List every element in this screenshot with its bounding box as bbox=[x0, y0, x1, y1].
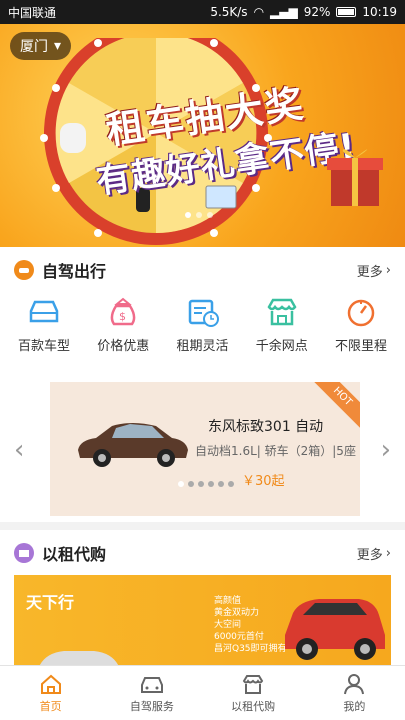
pagination-dot bbox=[185, 212, 191, 218]
self-drive-header: 自驾出行 更多 › bbox=[0, 247, 405, 293]
speedometer-icon bbox=[347, 299, 375, 327]
car-spec: 自动档1.6L| 轿车（2箱）|5座 bbox=[195, 444, 356, 458]
clock: 10:19 bbox=[362, 5, 397, 19]
tab-label: 以租代购 bbox=[231, 699, 276, 713]
feature-unlimited-mileage[interactable]: 不限里程 bbox=[323, 293, 399, 377]
rent-to-buy-banner[interactable]: 天下行 高颜值 黄金双动力 大空间 6000元首付 昌河Q35即可拥有 bbox=[14, 575, 391, 665]
car-icon bbox=[29, 300, 59, 323]
status-right: 5.5K/s ◠ ▂▄▆ 92% 10:19 bbox=[210, 5, 397, 19]
banner-pagination bbox=[185, 212, 213, 218]
pagination-dot bbox=[188, 481, 194, 487]
rent-to-buy-title: 以租代购 bbox=[42, 545, 107, 564]
user-icon bbox=[344, 673, 365, 694]
tab-label: 首页 bbox=[39, 699, 62, 713]
tab-rent-to-buy[interactable]: 以租代购 bbox=[203, 666, 304, 720]
pagination-dot bbox=[178, 481, 184, 487]
section-title: 以租代购 bbox=[14, 541, 106, 565]
signal-icon: ▂▄▆ bbox=[270, 5, 298, 19]
promo-text: 高颜值 黄金双动力 大空间 6000元首付 昌河Q35即可拥有 bbox=[214, 595, 287, 655]
promo-line: 黄金双动力 bbox=[214, 608, 260, 618]
tab-label: 我的 bbox=[343, 699, 366, 713]
feature-price-discount[interactable]: $ 价格优惠 bbox=[85, 293, 161, 377]
self-drive-section: 自驾出行 更多 › 百款车型 $ 价格优惠 租期灵活 千余网点 不限里程 ‹ ›… bbox=[0, 247, 405, 522]
battery-percent: 92% bbox=[303, 5, 331, 19]
tab-self-drive[interactable]: 自驾服务 bbox=[101, 666, 202, 720]
car-image bbox=[78, 423, 188, 467]
gift-icon bbox=[327, 149, 383, 206]
section-title: 自驾出行 bbox=[14, 258, 106, 282]
carousel-next-button[interactable]: › bbox=[381, 435, 391, 465]
feature-label: 价格优惠 bbox=[97, 339, 150, 354]
car-name: 东风标致301 自动 bbox=[208, 419, 324, 435]
feature-branches[interactable]: 千余网点 bbox=[244, 293, 320, 377]
promo-line: 昌河Q35即可拥有 bbox=[214, 644, 287, 654]
carrier-label: 中国联通 bbox=[8, 5, 57, 20]
chevron-right-icon: › bbox=[385, 262, 391, 278]
pagination-dot bbox=[207, 212, 213, 218]
more-label: 更多 bbox=[356, 264, 383, 280]
promo-line: 大空间 bbox=[214, 620, 242, 630]
feature-label: 百款车型 bbox=[17, 339, 70, 354]
tab-home[interactable]: 首页 bbox=[0, 666, 101, 720]
feature-row: 百款车型 $ 价格优惠 租期灵活 千余网点 不限里程 bbox=[0, 293, 405, 377]
car-badge-icon bbox=[14, 260, 34, 280]
calendar-clock-icon bbox=[188, 299, 219, 327]
promo-banner[interactable]: 厦门 ▾ 租车抽大奖 有趣好礼拿不停! bbox=[0, 24, 405, 247]
suv-image bbox=[285, 599, 385, 660]
feature-flexible-period[interactable]: 租期灵活 bbox=[165, 293, 241, 377]
car-pagination bbox=[178, 481, 234, 487]
shop-badge-icon bbox=[14, 543, 34, 563]
bottom-tab-bar: 首页 自驾服务 以租代购 我的 bbox=[0, 665, 405, 720]
feature-label: 租期灵活 bbox=[176, 339, 229, 354]
chevron-right-icon: › bbox=[385, 545, 391, 561]
tab-profile[interactable]: 我的 bbox=[304, 666, 405, 720]
shop-icon bbox=[242, 674, 264, 694]
chevron-down-icon: ▾ bbox=[54, 38, 62, 54]
pagination-dot bbox=[218, 481, 224, 487]
status-bar: 中国联通 5.5K/s ◠ ▂▄▆ 92% 10:19 bbox=[0, 0, 405, 24]
rent-to-buy-header: 以租代购 更多 › bbox=[0, 530, 405, 576]
self-drive-more-link[interactable]: 更多 › bbox=[357, 261, 391, 280]
wifi-icon: ◠ bbox=[253, 5, 265, 19]
network-speed: 5.5K/s bbox=[210, 5, 248, 19]
pagination-dot bbox=[196, 212, 202, 218]
rent-to-buy-more-link[interactable]: 更多 › bbox=[357, 544, 391, 563]
home-icon bbox=[40, 674, 61, 694]
pagination-dot bbox=[208, 481, 214, 487]
promo-line: 高颜值 bbox=[214, 596, 242, 606]
promo-brand: 天下行 bbox=[26, 593, 75, 612]
self-drive-title: 自驾出行 bbox=[42, 262, 107, 281]
money-bag-icon: $ bbox=[110, 297, 136, 326]
battery-icon bbox=[336, 7, 357, 17]
featured-car-card[interactable]: HOT 东风标致301 自动 自动档1.6L| 轿车（2箱）|5座 ￥30起 bbox=[50, 382, 360, 516]
pagination-dot bbox=[228, 481, 234, 487]
carousel-prev-button[interactable]: ‹ bbox=[14, 435, 24, 465]
city-label: 厦门 bbox=[20, 39, 48, 55]
promo-line: 6000元首付 bbox=[214, 632, 264, 642]
city-selector[interactable]: 厦门 ▾ bbox=[10, 32, 72, 60]
store-icon bbox=[267, 298, 297, 326]
pagination-dot bbox=[198, 481, 204, 487]
car-price: ￥30起 bbox=[242, 474, 285, 489]
feature-label: 不限里程 bbox=[334, 339, 387, 354]
sedan-image bbox=[39, 651, 119, 665]
feature-label: 千余网点 bbox=[255, 339, 308, 354]
tab-label: 自驾服务 bbox=[129, 699, 174, 713]
more-label: 更多 bbox=[356, 547, 383, 563]
feature-car-models[interactable]: 百款车型 bbox=[6, 293, 82, 377]
svg-text:$: $ bbox=[119, 310, 126, 323]
car-icon bbox=[140, 676, 163, 693]
